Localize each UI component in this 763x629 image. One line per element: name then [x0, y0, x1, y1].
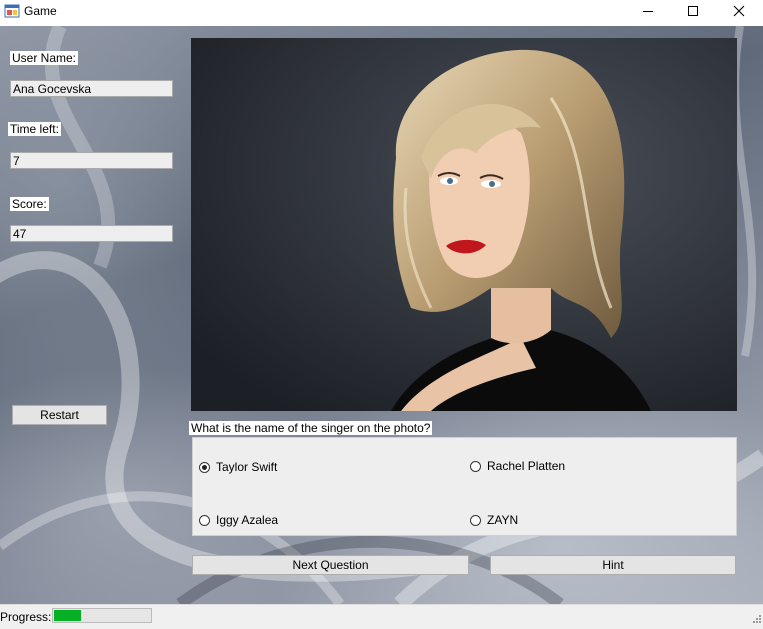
- radio-unselected-icon: [199, 514, 210, 526]
- answer-option-4[interactable]: ZAYN: [470, 513, 518, 527]
- title-bar[interactable]: Game: [0, 0, 763, 25]
- hint-button[interactable]: Hint: [490, 555, 736, 575]
- singer-photo: [191, 38, 737, 411]
- close-button[interactable]: [716, 0, 762, 25]
- maximize-button[interactable]: [670, 0, 716, 25]
- answer-option-2[interactable]: Rachel Platten: [470, 459, 565, 473]
- progress-bar: [52, 608, 152, 623]
- progress-fill: [54, 610, 81, 621]
- answer-group: Taylor Swift Rachel Platten Iggy Azalea …: [192, 437, 737, 536]
- score-label: Score:: [10, 197, 49, 211]
- radio-unselected-icon: [470, 460, 481, 472]
- maximize-icon: [687, 5, 699, 20]
- username-label: User Name:: [10, 51, 79, 65]
- progress-label: Progress:: [0, 610, 52, 624]
- game-window: Game User Name: Ana Gocevska Time left: …: [0, 0, 763, 629]
- app-window-icon: [4, 3, 20, 19]
- status-bar: Progress:: [0, 604, 763, 629]
- close-icon: [733, 5, 745, 20]
- answer-label-2: Rachel Platten: [487, 459, 566, 473]
- answer-option-1[interactable]: Taylor Swift: [199, 460, 277, 474]
- resize-grip-icon[interactable]: [751, 612, 761, 626]
- username-field[interactable]: Ana Gocevska: [10, 80, 173, 97]
- score-field[interactable]: 47: [10, 225, 173, 242]
- restart-button[interactable]: Restart: [12, 405, 107, 425]
- client-area: User Name: Ana Gocevska Time left: 7 Sco…: [0, 26, 763, 604]
- window-title: Game: [24, 4, 57, 18]
- time-left-field[interactable]: 7: [10, 152, 173, 169]
- answer-label-3: Iggy Azalea: [216, 513, 279, 527]
- radio-unselected-icon: [470, 514, 481, 526]
- next-question-button[interactable]: Next Question: [192, 555, 469, 575]
- minimize-icon: [642, 5, 654, 20]
- question-label: What is the name of the singer on the ph…: [189, 421, 433, 435]
- minimize-button[interactable]: [625, 0, 671, 25]
- radio-selected-icon: [199, 461, 210, 473]
- answer-label-1: Taylor Swift: [216, 460, 278, 474]
- answer-label-4: ZAYN: [487, 513, 519, 527]
- time-left-label: Time left:: [8, 122, 61, 136]
- answer-option-3[interactable]: Iggy Azalea: [199, 513, 278, 527]
